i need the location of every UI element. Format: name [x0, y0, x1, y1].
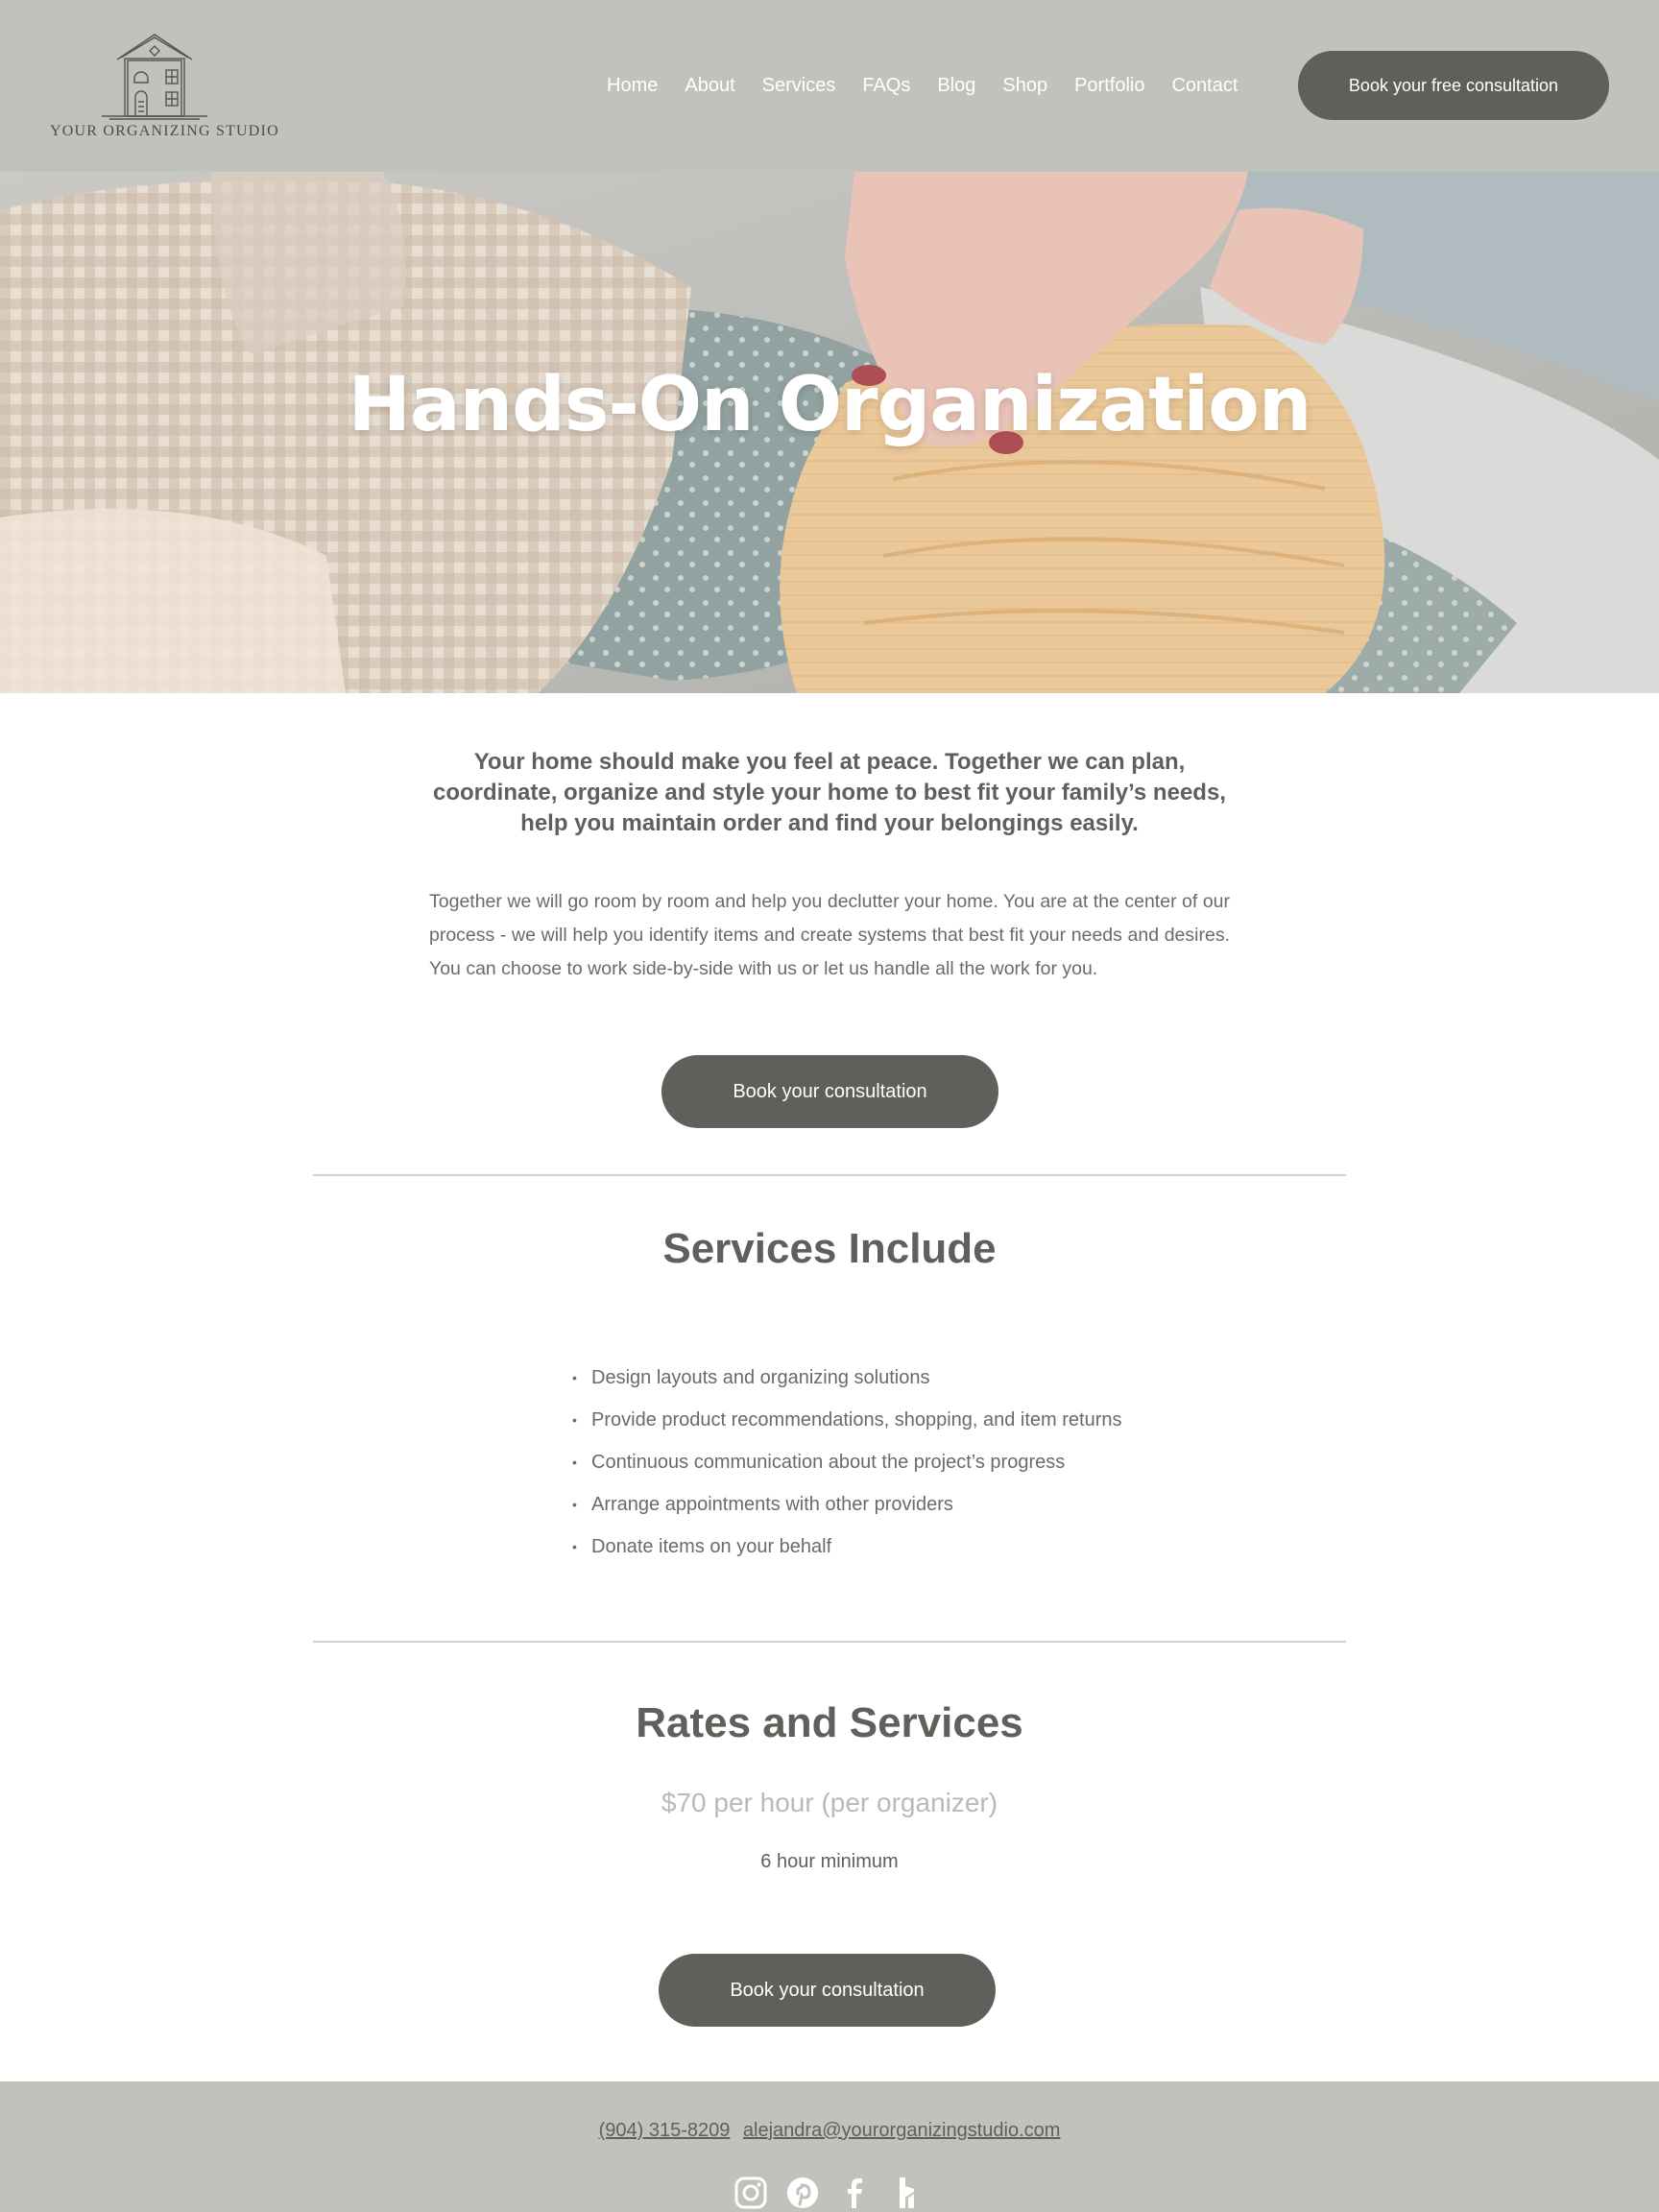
nav-link-blog[interactable]: Blog	[937, 71, 975, 100]
nav-link-services[interactable]: Services	[762, 71, 836, 100]
instagram-icon[interactable]	[733, 2176, 768, 2212]
nav-link-contact[interactable]: Contact	[1171, 71, 1238, 100]
list-item: Design layouts and organizing solutions	[572, 1361, 1129, 1395]
main-nav: Home About Services FAQs Blog Shop Portf…	[607, 71, 1264, 100]
book-consultation-button-intro[interactable]: Book your consultation	[661, 1055, 998, 1128]
section-divider	[313, 1174, 1346, 1176]
house-logo-icon	[102, 34, 207, 120]
intro-body-text: Together we will go room by room and hel…	[429, 891, 1230, 979]
services-heading: Services Include	[662, 1225, 997, 1272]
nav-link-faqs[interactable]: FAQs	[862, 71, 910, 100]
houzz-icon[interactable]	[889, 2176, 924, 2212]
hero-title: Hands-On Organization	[348, 362, 1312, 448]
rate-price: $70 per hour (per organizer)	[661, 1788, 998, 1817]
email-link[interactable]: alejandra@yourorganizingstudio.com	[743, 2120, 1061, 2141]
social-links	[733, 2176, 926, 2212]
hero-banner: Hands-On Organization	[0, 172, 1659, 693]
footer-contact: (904) 315-8209 alejandra@yourorganizings…	[0, 2120, 1659, 2142]
list-item: Provide product recommendations, shoppin…	[572, 1404, 1129, 1437]
logo-wordmark: YOUR ORGANIZING STUDIO	[50, 123, 279, 139]
site-footer: (904) 315-8209 alejandra@yourorganizings…	[0, 2081, 1659, 2212]
rates-heading: Rates and Services	[636, 1699, 1023, 1746]
pinterest-icon[interactable]	[785, 2176, 820, 2212]
list-item: Continuous communication about the proje…	[572, 1446, 1129, 1479]
nav-link-shop[interactable]: Shop	[1002, 71, 1047, 100]
list-item: Arrange appointments with other provider…	[572, 1488, 1129, 1522]
phone-link[interactable]: (904) 315-8209	[599, 2120, 731, 2141]
rate-minimum: 6 hour minimum	[760, 1851, 899, 1872]
intro-lead-text: Your home should make you feel at peace.…	[433, 749, 1226, 836]
book-consultation-button-rates[interactable]: Book your consultation	[659, 1954, 996, 2027]
section-divider	[313, 1641, 1346, 1643]
nav-link-home[interactable]: Home	[607, 71, 658, 100]
list-item: Donate items on your behalf	[572, 1530, 1129, 1564]
services-list: Design layouts and organizing solutions …	[572, 1361, 1129, 1573]
book-free-consultation-button[interactable]: Book your free consultation	[1298, 51, 1609, 120]
site-header: YOUR ORGANIZING STUDIO Home About Servic…	[0, 0, 1659, 172]
facebook-icon[interactable]	[837, 2176, 872, 2212]
nav-link-portfolio[interactable]: Portfolio	[1074, 71, 1144, 100]
nav-link-about[interactable]: About	[685, 71, 734, 100]
site-logo[interactable]: YOUR ORGANIZING STUDIO	[50, 33, 279, 144]
